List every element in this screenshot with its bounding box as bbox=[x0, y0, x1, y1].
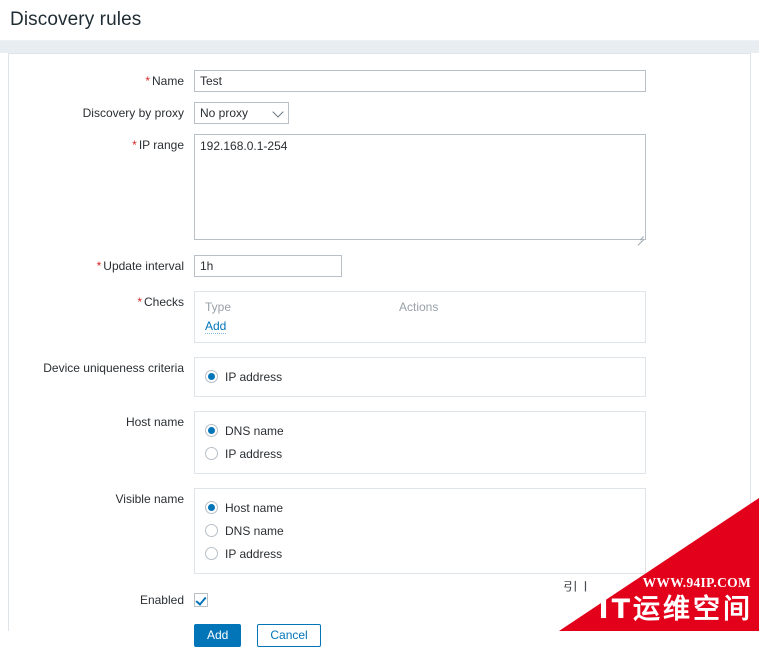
radio-host-name-ip-address[interactable]: IP address bbox=[205, 442, 635, 465]
form-row-visible-name: Visible name Host name DNS name IP addre… bbox=[9, 488, 750, 574]
required-marker-ip-range: * bbox=[132, 138, 137, 152]
form-row-name: * Name bbox=[9, 70, 750, 92]
radio-icon[interactable] bbox=[205, 524, 218, 537]
form-row-ip-range: * IP range 192.168.0.1-254 bbox=[9, 134, 750, 246]
cancel-button[interactable]: Cancel bbox=[257, 624, 321, 647]
discovery-by-proxy-select[interactable]: No proxy bbox=[194, 102, 289, 124]
control-checks: Type Actions Add bbox=[194, 291, 750, 343]
radio-visible-name-dns-name[interactable]: DNS name bbox=[205, 519, 635, 542]
radio-label: IP address bbox=[225, 446, 283, 461]
label-visible-name: Visible name bbox=[115, 492, 184, 506]
label-update-interval: * Update interval bbox=[9, 255, 194, 277]
control-name bbox=[194, 70, 750, 92]
radio-icon[interactable] bbox=[205, 447, 218, 460]
form-row-discovery-by-proxy: Discovery by proxy No proxy bbox=[9, 102, 750, 124]
radio-label: DNS name bbox=[225, 423, 284, 438]
radio-icon[interactable] bbox=[205, 547, 218, 560]
checks-table: Type Actions Add bbox=[194, 291, 646, 343]
form-row-host-name: Host name DNS name IP address bbox=[9, 411, 750, 474]
ip-range-textarea[interactable]: 192.168.0.1-254 bbox=[194, 134, 646, 240]
required-marker-checks: * bbox=[137, 295, 142, 309]
control-device-uniqueness-criteria: IP address bbox=[194, 357, 750, 397]
form-actions: Add Cancel bbox=[9, 624, 750, 647]
radio-visible-name-host-name[interactable]: Host name bbox=[205, 496, 635, 519]
label-ip-range-text: IP range bbox=[138, 138, 184, 152]
label-ip-range: * IP range bbox=[9, 134, 194, 156]
ip-range-textarea-wrap: 192.168.0.1-254 bbox=[194, 134, 646, 246]
radio-host-name-dns-name[interactable]: DNS name bbox=[205, 419, 635, 442]
enabled-checkbox[interactable] bbox=[194, 593, 208, 608]
chevron-down-icon bbox=[272, 106, 284, 118]
label-name-text: Name bbox=[151, 74, 184, 88]
radio-label: IP address bbox=[225, 369, 283, 384]
checks-column-actions: Actions bbox=[399, 300, 439, 314]
form-row-enabled: Enabled bbox=[9, 589, 750, 611]
radio-label: Host name bbox=[225, 500, 284, 515]
radio-label: IP address bbox=[225, 546, 283, 561]
control-visible-name: Host name DNS name IP address bbox=[194, 488, 750, 574]
label-update-interval-text: Update interval bbox=[103, 259, 184, 273]
radio-icon[interactable] bbox=[205, 424, 218, 437]
device-uniqueness-criteria-group: IP address bbox=[194, 357, 646, 397]
required-marker-update-interval: * bbox=[96, 259, 102, 273]
label-host-name: Host name bbox=[125, 415, 184, 429]
page-header: Discovery rules bbox=[0, 0, 759, 40]
control-discovery-by-proxy: No proxy bbox=[194, 102, 750, 124]
add-button[interactable]: Add bbox=[194, 624, 242, 647]
control-ip-range: 192.168.0.1-254 bbox=[194, 134, 750, 246]
control-host-name: DNS name IP address bbox=[194, 411, 750, 474]
page-title: Discovery rules bbox=[10, 9, 142, 30]
discovery-by-proxy-selected-value: No proxy bbox=[200, 106, 249, 120]
form-actions-buttons: Add Cancel bbox=[194, 624, 750, 647]
label-checks: * Checks bbox=[9, 291, 194, 313]
radio-device-uniqueness-ip-address[interactable]: IP address bbox=[205, 365, 635, 388]
radio-icon[interactable] bbox=[205, 501, 218, 514]
form-row-checks: * Checks Type Actions Add bbox=[9, 291, 750, 343]
update-interval-input[interactable] bbox=[194, 255, 342, 277]
host-name-group: DNS name IP address bbox=[194, 411, 646, 474]
label-discovery-by-proxy: Discovery by proxy bbox=[82, 106, 184, 120]
checks-column-type: Type bbox=[205, 300, 232, 314]
label-checks-text: Checks bbox=[143, 295, 184, 309]
radio-icon[interactable] bbox=[205, 370, 218, 383]
control-enabled bbox=[194, 593, 750, 608]
required-marker-name: * bbox=[145, 74, 150, 88]
checks-add-link[interactable]: Add bbox=[205, 319, 227, 334]
visible-name-group: Host name DNS name IP address bbox=[194, 488, 646, 574]
name-input[interactable] bbox=[194, 70, 646, 92]
label-name: * Name bbox=[9, 70, 194, 92]
radio-visible-name-ip-address[interactable]: IP address bbox=[205, 542, 635, 565]
form-row-device-uniqueness-criteria: Device uniqueness criteria IP address bbox=[9, 357, 750, 397]
form-row-update-interval: * Update interval bbox=[9, 255, 750, 277]
radio-label: DNS name bbox=[225, 523, 284, 538]
label-device-uniqueness-criteria: Device uniqueness criteria bbox=[43, 361, 184, 375]
header-separator-band bbox=[0, 40, 759, 53]
discovery-rule-form: *Name Discovery by proxy No proxy *IP ra… bbox=[8, 53, 751, 647]
checks-table-header: Type Actions bbox=[205, 299, 635, 316]
label-enabled: Enabled bbox=[139, 593, 184, 607]
control-update-interval bbox=[194, 255, 750, 277]
